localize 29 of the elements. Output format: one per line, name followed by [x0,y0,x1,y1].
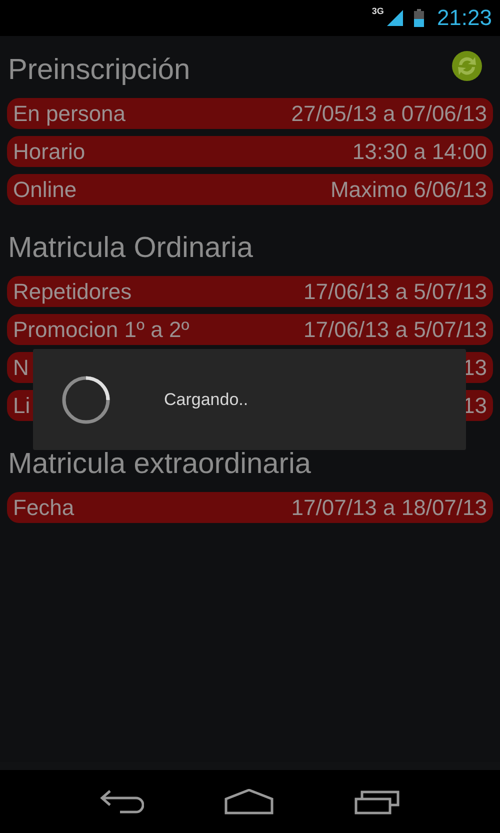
row-label: En persona [13,100,126,126]
row-value: 17/06/13 a 5/07/13 [304,278,487,304]
section-heading: Matricula extraordinaria [7,451,312,477]
row-label: Online [13,176,77,202]
network-type: 3G [372,6,384,16]
loading-message: Cargando.. [164,390,248,410]
row-value: 13 [462,354,487,380]
recent-apps-icon[interactable] [354,788,400,814]
row-value: 27/05/13 a 07/06/13 [291,100,487,126]
row-value: 17/06/13 a 5/07/13 [304,316,487,342]
clock: 21:23 [436,5,492,31]
row-value: 13:30 a 14:00 [352,138,487,164]
row-label: Li [13,392,30,418]
row-value: 17/07/13 a 18/07/13 [291,494,487,520]
back-icon[interactable] [100,788,144,814]
signal-icon [386,10,403,26]
row-label: N [13,354,29,380]
spinner-icon [61,374,111,424]
battery-icon [414,9,424,27]
section-heading: Matricula Ordinaria [7,235,253,261]
row-value: Maximo 6/06/13 [330,176,487,202]
row-label: Horario [13,138,86,164]
row-label: Repetidores [13,278,132,304]
row-label: Fecha [13,494,74,520]
home-icon[interactable] [224,788,274,814]
row-value: 13 [462,392,487,418]
section-heading: Preinscripción [7,57,190,83]
refresh-icon[interactable] [451,50,483,82]
row-label: Promocion 1º a 2º [13,316,190,342]
